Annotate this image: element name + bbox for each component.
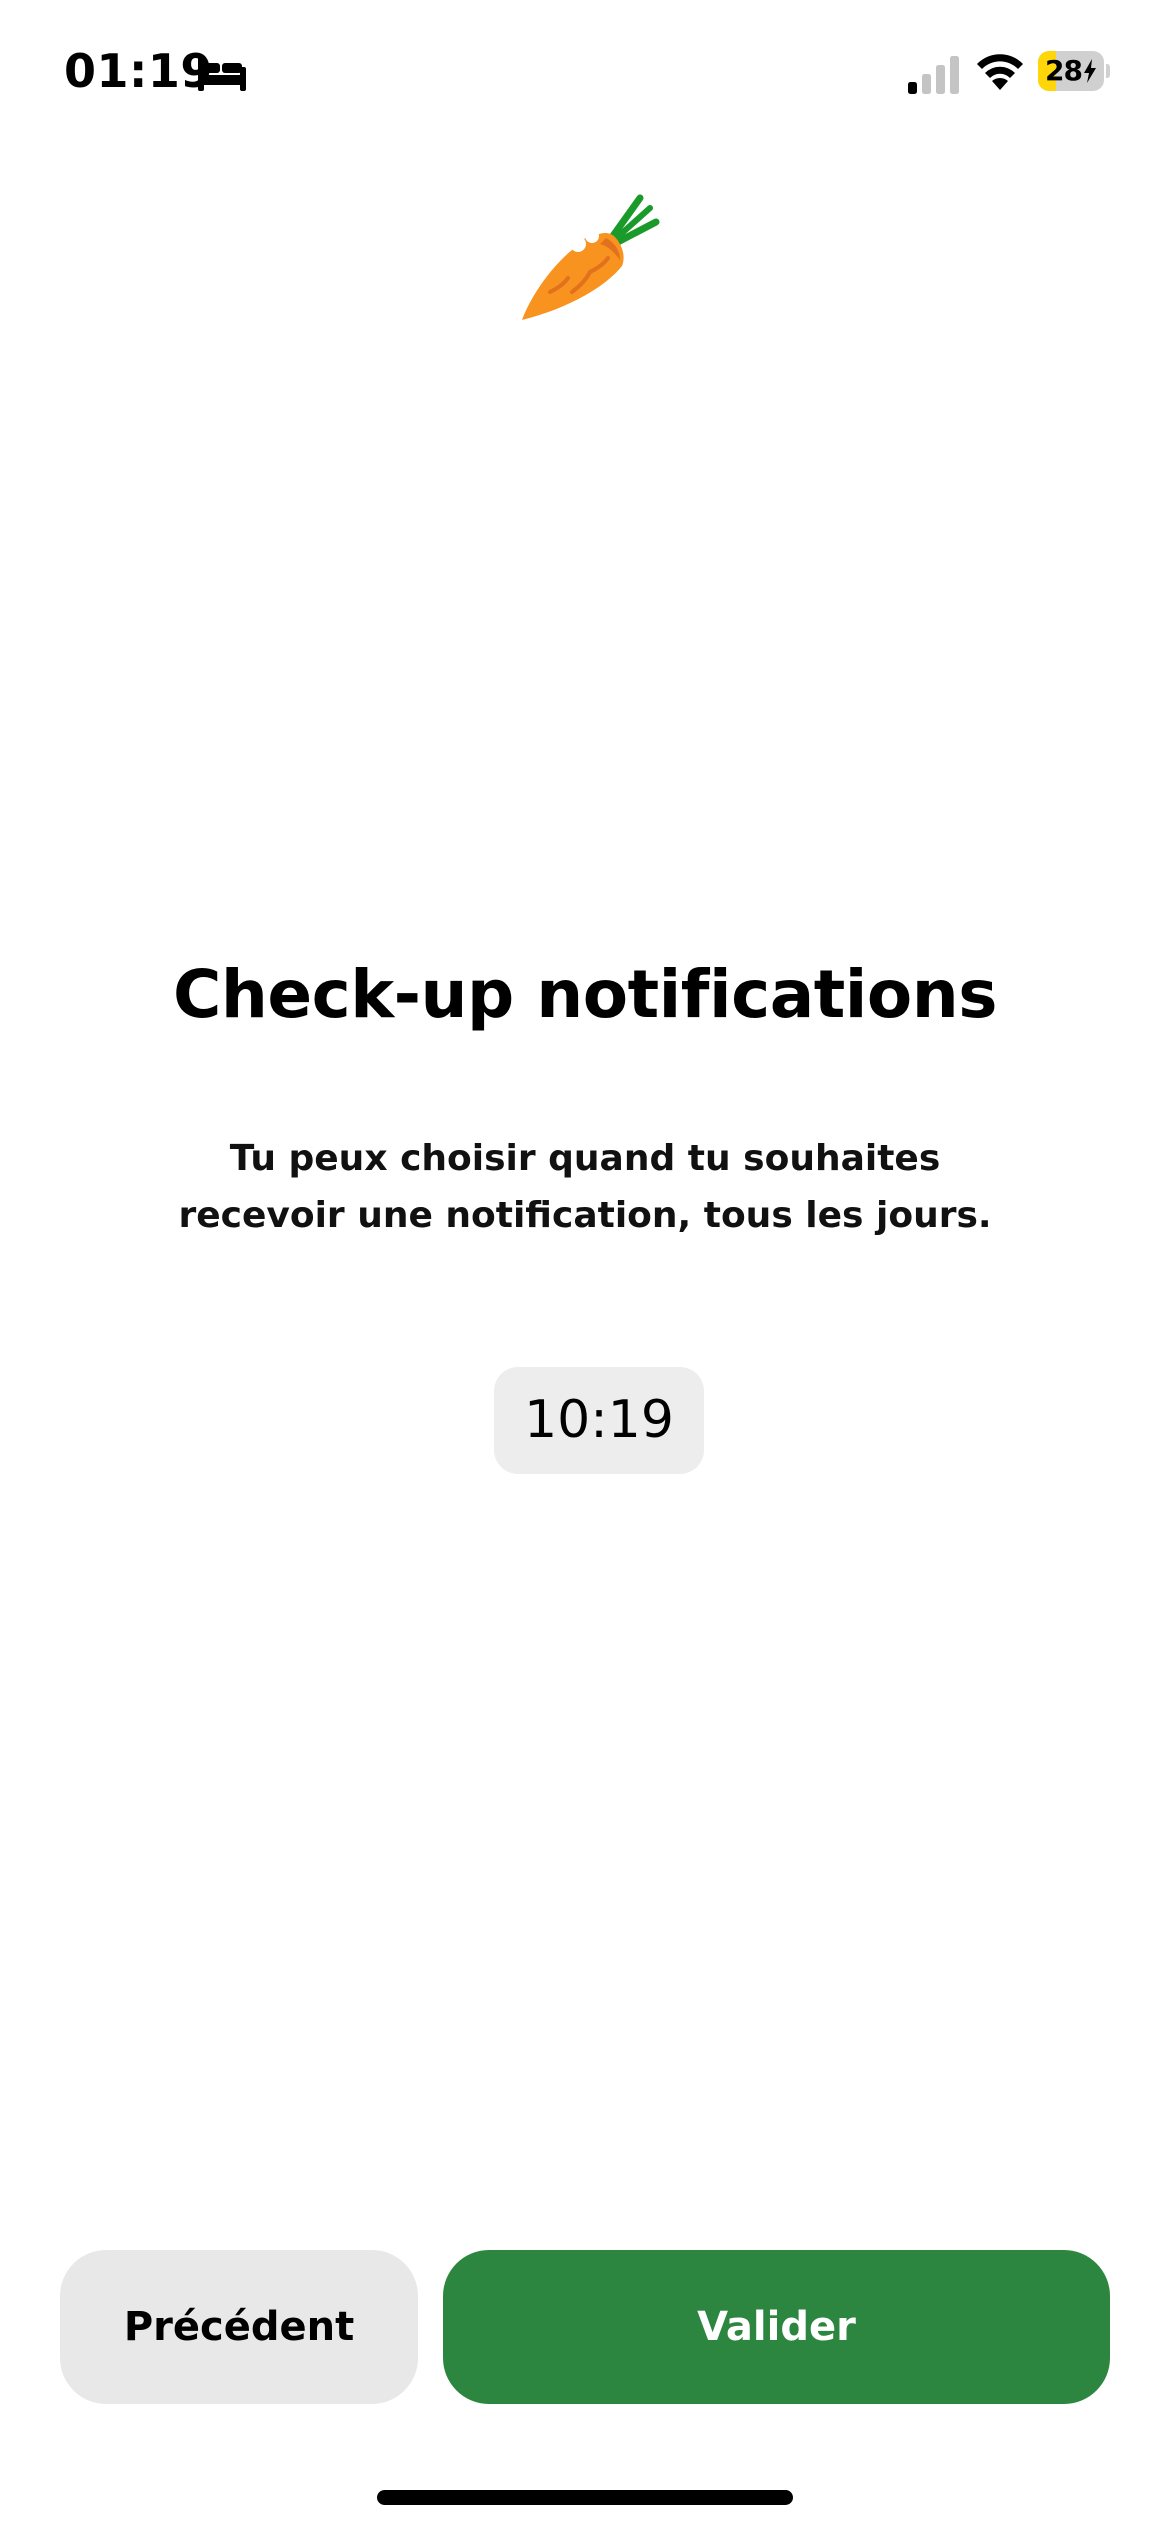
charging-bolt-icon: [1083, 59, 1096, 83]
validate-button[interactable]: Valider: [443, 2250, 1110, 2404]
battery-percent: 28: [1038, 51, 1104, 91]
home-indicator[interactable]: [377, 2490, 793, 2505]
page-title: Check-up notifications: [172, 956, 998, 1033]
notification-setup-screen: 01:19 28 Check-up notifications Tu peux …: [0, 0, 1170, 2532]
status-time: 01:19: [64, 44, 213, 98]
wifi-icon: [977, 54, 1023, 90]
status-bar: 01:19 28: [0, 0, 1170, 150]
previous-button[interactable]: Précédent: [60, 2250, 418, 2404]
page-description: Tu peux choisir quand tu souhaites recev…: [178, 1138, 992, 1236]
signal-icon: [908, 56, 959, 94]
carrot-icon: [522, 194, 660, 320]
bed-icon: [198, 57, 246, 91]
notification-time-picker[interactable]: 10:19: [494, 1367, 704, 1474]
battery-icon: 28: [1038, 51, 1110, 91]
